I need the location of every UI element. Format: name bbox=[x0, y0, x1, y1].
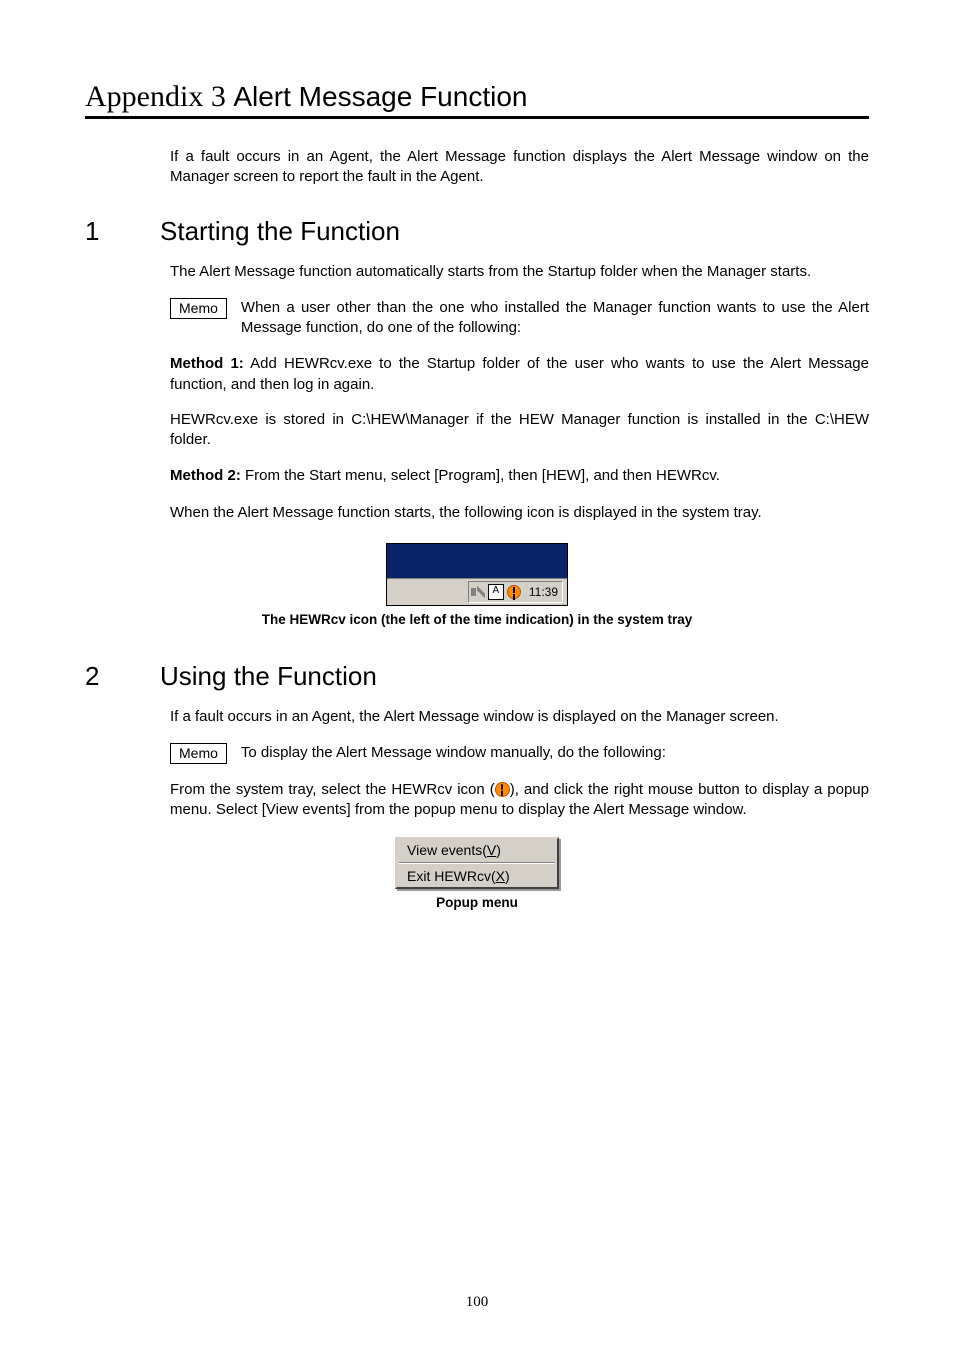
taskbar: A 11:39 bbox=[387, 578, 567, 605]
section-heading: Starting the Function bbox=[160, 216, 400, 247]
s2-memo: Memo To display the Alert Message window… bbox=[170, 743, 869, 764]
mi1-pre: View events( bbox=[407, 842, 487, 858]
menu-item-view-events[interactable]: View events(V) bbox=[397, 839, 557, 861]
clock: 11:39 bbox=[529, 585, 558, 599]
ime-icon[interactable]: A bbox=[488, 584, 504, 600]
s2-p2: From the system tray, select the HEWRcv … bbox=[170, 780, 869, 821]
popup-shadow: View events(V) Exit HEWRcv(X) bbox=[395, 837, 559, 889]
s2-p1: If a fault occurs in an Agent, the Alert… bbox=[170, 707, 869, 727]
popup-caption: Popup menu bbox=[85, 895, 869, 910]
memo-text: To display the Alert Message window manu… bbox=[241, 743, 869, 763]
page-number: 100 bbox=[0, 1294, 954, 1311]
section-number: 2 bbox=[85, 661, 160, 692]
method1-label: Method 1: bbox=[170, 355, 244, 372]
appendix-prefix: Appendix 3 bbox=[85, 80, 233, 113]
mi2-post: ) bbox=[505, 868, 510, 884]
intro-paragraph: If a fault occurs in an Agent, the Alert… bbox=[170, 147, 869, 188]
mi1-accel: V bbox=[487, 842, 496, 858]
appendix-heading: Appendix 3 Alert Message Function bbox=[85, 80, 869, 119]
method2-text: From the Start menu, select [Program], t… bbox=[241, 467, 720, 484]
menu-separator bbox=[399, 862, 555, 864]
systray-window: A 11:39 bbox=[386, 543, 568, 606]
popup-figure: View events(V) Exit HEWRcv(X) bbox=[85, 837, 869, 889]
appendix-title-text: Alert Message Function bbox=[233, 81, 527, 112]
systray-figure: A 11:39 bbox=[85, 543, 869, 606]
memo-label: Memo bbox=[170, 298, 227, 319]
popup-menu: View events(V) Exit HEWRcv(X) bbox=[395, 837, 559, 889]
method2-label: Method 2: bbox=[170, 467, 241, 484]
memo-text: When a user other than the one who insta… bbox=[241, 298, 869, 339]
system-tray: A 11:39 bbox=[468, 581, 563, 603]
volume-icon[interactable] bbox=[471, 585, 485, 599]
mi1-post: ) bbox=[496, 842, 501, 858]
s1-method1: Method 1: Add HEWRcv.exe to the Startup … bbox=[170, 354, 869, 395]
method1-text-a: Add HEWRcv.exe to the Startup folder of … bbox=[170, 355, 869, 392]
section-heading: Using the Function bbox=[160, 661, 377, 692]
s1-p2: When the Alert Message function starts, … bbox=[170, 503, 869, 523]
section-1-header: 1 Starting the Function bbox=[85, 216, 869, 247]
hewrcv-icon bbox=[495, 782, 510, 797]
s2-p2a: From the system tray, select the HEWRcv … bbox=[170, 781, 495, 798]
hewrcv-icon[interactable] bbox=[507, 585, 521, 599]
mi2-accel: X bbox=[496, 868, 505, 884]
systray-caption: The HEWRcv icon (the left of the time in… bbox=[85, 612, 869, 627]
page: Appendix 3 Alert Message Function If a f… bbox=[0, 0, 954, 1351]
s1-memo: Memo When a user other than the one who … bbox=[170, 298, 869, 339]
section-number: 1 bbox=[85, 216, 160, 247]
menu-item-exit-hewrcv[interactable]: Exit HEWRcv(X) bbox=[397, 865, 557, 887]
memo-label: Memo bbox=[170, 743, 227, 764]
s1-p1: The Alert Message function automatically… bbox=[170, 262, 869, 282]
mi2-pre: Exit HEWRcv( bbox=[407, 868, 496, 884]
systray-desktop-strip bbox=[387, 544, 567, 578]
section-2-header: 2 Using the Function bbox=[85, 661, 869, 692]
s1-method1-b: HEWRcv.exe is stored in C:\HEW\Manager i… bbox=[170, 410, 869, 451]
s1-method2: Method 2: From the Start menu, select [P… bbox=[170, 466, 869, 486]
